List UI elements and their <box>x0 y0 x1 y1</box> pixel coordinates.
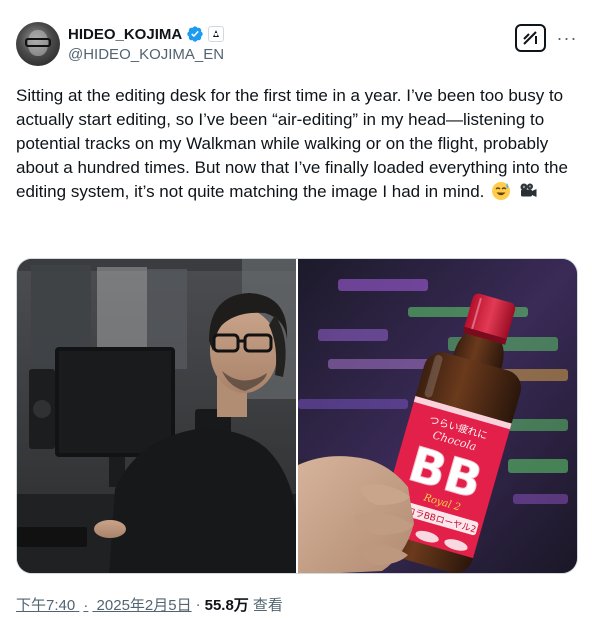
media-grid: つらい疲れに Chocola BB Royal 2 チョコラBBローヤル2 <box>16 258 578 574</box>
tweet-text: Sitting at the editing desk for the firs… <box>16 84 582 204</box>
more-options-button[interactable]: ··· <box>556 28 578 48</box>
tweet-meta: 下午7:40 · 2025年2月5日 · 55.8万 查看 <box>16 594 283 614</box>
photo-chocola-bb-bottle[interactable]: つらい疲れに Chocola BB Royal 2 チョコラBBローヤル2 <box>298 259 577 573</box>
sweat-smile-emoji-icon <box>492 182 511 200</box>
tweet-text-body: Sitting at the editing desk for the firs… <box>16 86 568 201</box>
tweet-time: 下午7:40 <box>16 596 76 614</box>
movie-camera-emoji-icon <box>520 183 537 197</box>
views-label: 查看 <box>252 596 283 614</box>
photo-chocola-bb-bottle-art: つらい疲れに Chocola BB Royal 2 チョコラBBローヤル2 <box>298 259 577 573</box>
photo-editing-desk[interactable] <box>17 259 296 573</box>
affiliate-badge-icon[interactable] <box>208 26 225 42</box>
tweet-card: HIDEO_KOJIMA @HIDEO_KOJIMA_EN ··· Sittin… <box>0 0 592 618</box>
author-name-row: HIDEO_KOJIMA <box>68 24 225 44</box>
views-count: 55.8万 <box>204 596 249 614</box>
meta-separator-2: · <box>195 595 201 613</box>
avatar[interactable] <box>16 22 60 66</box>
grok-icon <box>522 31 537 45</box>
tweet-date: 2025年2月5日 <box>96 596 192 614</box>
author-handle[interactable]: @HIDEO_KOJIMA_EN <box>68 46 224 63</box>
meta-separator: · <box>83 596 89 614</box>
grok-button[interactable] <box>515 24 546 52</box>
timestamp-link[interactable]: 下午7:40 · 2025年2月5日 <box>16 594 192 615</box>
display-name[interactable]: HIDEO_KOJIMA <box>68 26 182 43</box>
affiliate-logo-icon <box>211 29 222 39</box>
verified-badge-icon[interactable] <box>186 25 204 43</box>
avatar-glasses <box>25 38 51 47</box>
photo-editing-desk-art <box>17 259 296 573</box>
